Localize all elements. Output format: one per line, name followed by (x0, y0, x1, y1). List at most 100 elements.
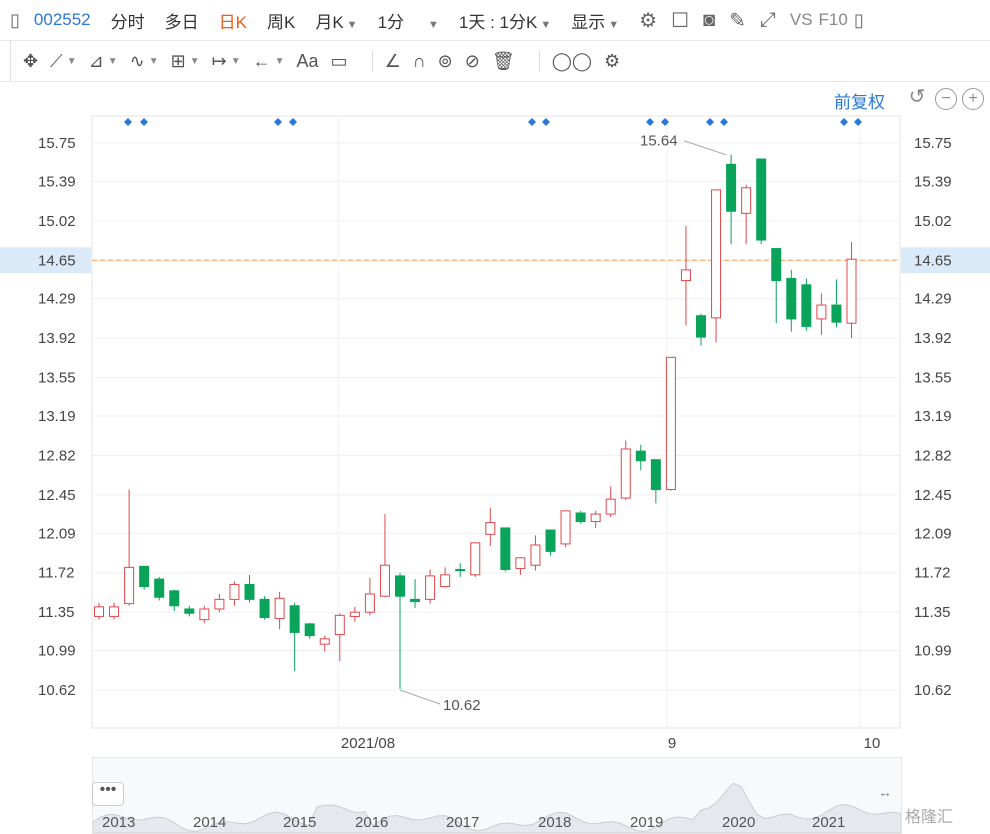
chevron-down-icon: ▼ (540, 18, 552, 31)
pencil-icon[interactable]: ✎ (729, 8, 746, 33)
tab-rik[interactable]: 日K (219, 8, 247, 33)
candle-down (455, 569, 466, 572)
settings-icon[interactable]: ⚙ (604, 51, 620, 72)
candle-down (169, 590, 180, 607)
candle-up (274, 597, 285, 620)
y-tick-label-left: 12.09 (38, 525, 76, 542)
vs-button[interactable]: VS (790, 10, 813, 30)
candle-up (214, 598, 225, 610)
y-tick-label-right: 12.09 (914, 525, 952, 542)
brand-logo: 格隆汇 (905, 809, 954, 826)
candle-up (440, 574, 451, 588)
magnet-icon[interactable]: ∩ (413, 51, 426, 72)
event-marker (646, 118, 654, 126)
candlestick-chart[interactable]: 15.75 15.75 15.39 15.39 15.02 15.02 14.65 14.65… (0, 108, 990, 758)
sidebar-toggle-icon[interactable]: ▯ (10, 10, 20, 31)
tab-yuek[interactable]: 月K ▼ (315, 8, 357, 33)
channel-tool-icon[interactable]: ⊿ ▼ (89, 51, 118, 72)
candle-down (154, 578, 165, 598)
navigator-year-label: 2015 (283, 814, 317, 831)
min-price-label: 10.62 (443, 697, 481, 714)
candle-down (139, 565, 150, 588)
camera-icon[interactable]: ◙ (703, 9, 715, 32)
y-tick-label-right: 10.62 (914, 682, 952, 699)
display-select[interactable]: 显示 ▼ (571, 8, 619, 33)
tab-fenshi[interactable]: 分时 (111, 8, 145, 33)
arrow-tool-icon[interactable]: ← ▼ (253, 51, 285, 72)
top-toolbar: ▯ 002552 分时 多日 日K 周K 月K ▼ 1分 ▼ 1天 : 1分K ▼ 显… (0, 0, 990, 41)
fib-tool-icon[interactable]: ⊞ ▼ (171, 51, 200, 72)
candle-up (590, 513, 601, 523)
zoom-out-icon[interactable]: − (935, 88, 957, 110)
event-marker (140, 118, 148, 126)
tab-duori[interactable]: 多日 (165, 8, 199, 33)
color-box-icon[interactable]: ☐ (671, 8, 689, 33)
candle-down (831, 304, 842, 323)
y-tick-label-right: 15.02 (914, 213, 952, 230)
measure-tool-icon[interactable]: ↦ ▼ (212, 51, 241, 72)
min-leader (399, 689, 441, 705)
wave-tool-icon[interactable]: ∿ ▼ (130, 51, 159, 72)
angle-icon[interactable]: ∠ (385, 51, 401, 72)
compare-icon[interactable]: ◯◯ (552, 51, 592, 72)
drag-handle-icon[interactable]: ↔ (878, 784, 892, 800)
navigator-menu-button[interactable]: ••• (92, 782, 124, 806)
candle-up (741, 187, 752, 214)
trash-icon[interactable]: 🗑 (492, 51, 515, 72)
text-tool-icon[interactable]: Aa (297, 51, 319, 72)
candle-up (605, 498, 616, 515)
candle-down (771, 248, 782, 282)
panel-icon[interactable]: ▯ (854, 10, 864, 31)
tab-yuek-label: 月K (315, 12, 344, 32)
axis-labels: 15.75 15.75 15.39 15.39 15.02 15.02 14.65 14.65… (38, 133, 952, 752)
candle-down (304, 623, 315, 637)
candle-down (184, 608, 195, 614)
candle-up (199, 608, 210, 621)
candle-up (349, 611, 360, 617)
chevron-down-icon: ▼ (608, 18, 620, 31)
y-tick-label-right: 11.35 (914, 604, 950, 621)
y-tick-label-right: 13.19 (914, 408, 952, 425)
event-marker (720, 118, 728, 126)
event-marker (528, 118, 536, 126)
navigator-year-label: 2014 (193, 814, 227, 831)
reset-icon[interactable]: ↺ (907, 87, 927, 108)
link-icon[interactable]: ⊚ (438, 51, 453, 72)
f10-button[interactable]: F10 (819, 10, 848, 30)
fullscreen-icon[interactable]: ⤢ (760, 9, 776, 32)
candle-down (259, 598, 270, 618)
toolbar-grip (0, 41, 11, 81)
line-tool-icon[interactable]: ⟋ ▼ (50, 51, 77, 72)
candles (94, 154, 857, 689)
event-marker (854, 118, 862, 126)
zoom-in-icon[interactable]: + (962, 88, 984, 110)
x-tick-label: 2021/08 (341, 735, 395, 752)
navigator-year-label: 2016 (355, 814, 389, 831)
event-markers[interactable] (124, 118, 862, 126)
hide-icon[interactable]: ⊘ (465, 51, 480, 72)
candle-down (395, 575, 405, 597)
grid (0, 115, 990, 729)
interval-select[interactable]: 1分 ▼ (378, 8, 439, 33)
navigator-year-label: 2013 (102, 814, 136, 831)
candle-up (560, 510, 571, 545)
y-tick-label-right: 15.39 (914, 173, 952, 190)
navigator-year-label: 2018 (538, 814, 572, 831)
navigator-year-label: 2020 (722, 814, 756, 831)
comment-icon[interactable]: ▭ (331, 51, 348, 72)
y-tick-label-left: 12.45 (38, 487, 76, 504)
move-icon[interactable]: ✥ (23, 51, 38, 72)
range-label: 1天 : 1分K (458, 12, 538, 32)
settings-icon[interactable]: ⚙ (639, 8, 657, 33)
candle-down (650, 459, 661, 491)
range-select[interactable]: 1天 : 1分K ▼ (459, 8, 551, 33)
candle-down (410, 598, 421, 602)
display-label: 显示 (571, 12, 606, 32)
candle-up (229, 583, 240, 600)
candle-up (379, 564, 390, 597)
candle-up (124, 566, 135, 605)
navigator-year-label: 2017 (446, 814, 480, 831)
y-tick-label-left: 14.29 (38, 291, 76, 308)
tab-zhouk[interactable]: 周K (267, 8, 295, 33)
y-tick-label-right: 11.72 (914, 565, 950, 582)
